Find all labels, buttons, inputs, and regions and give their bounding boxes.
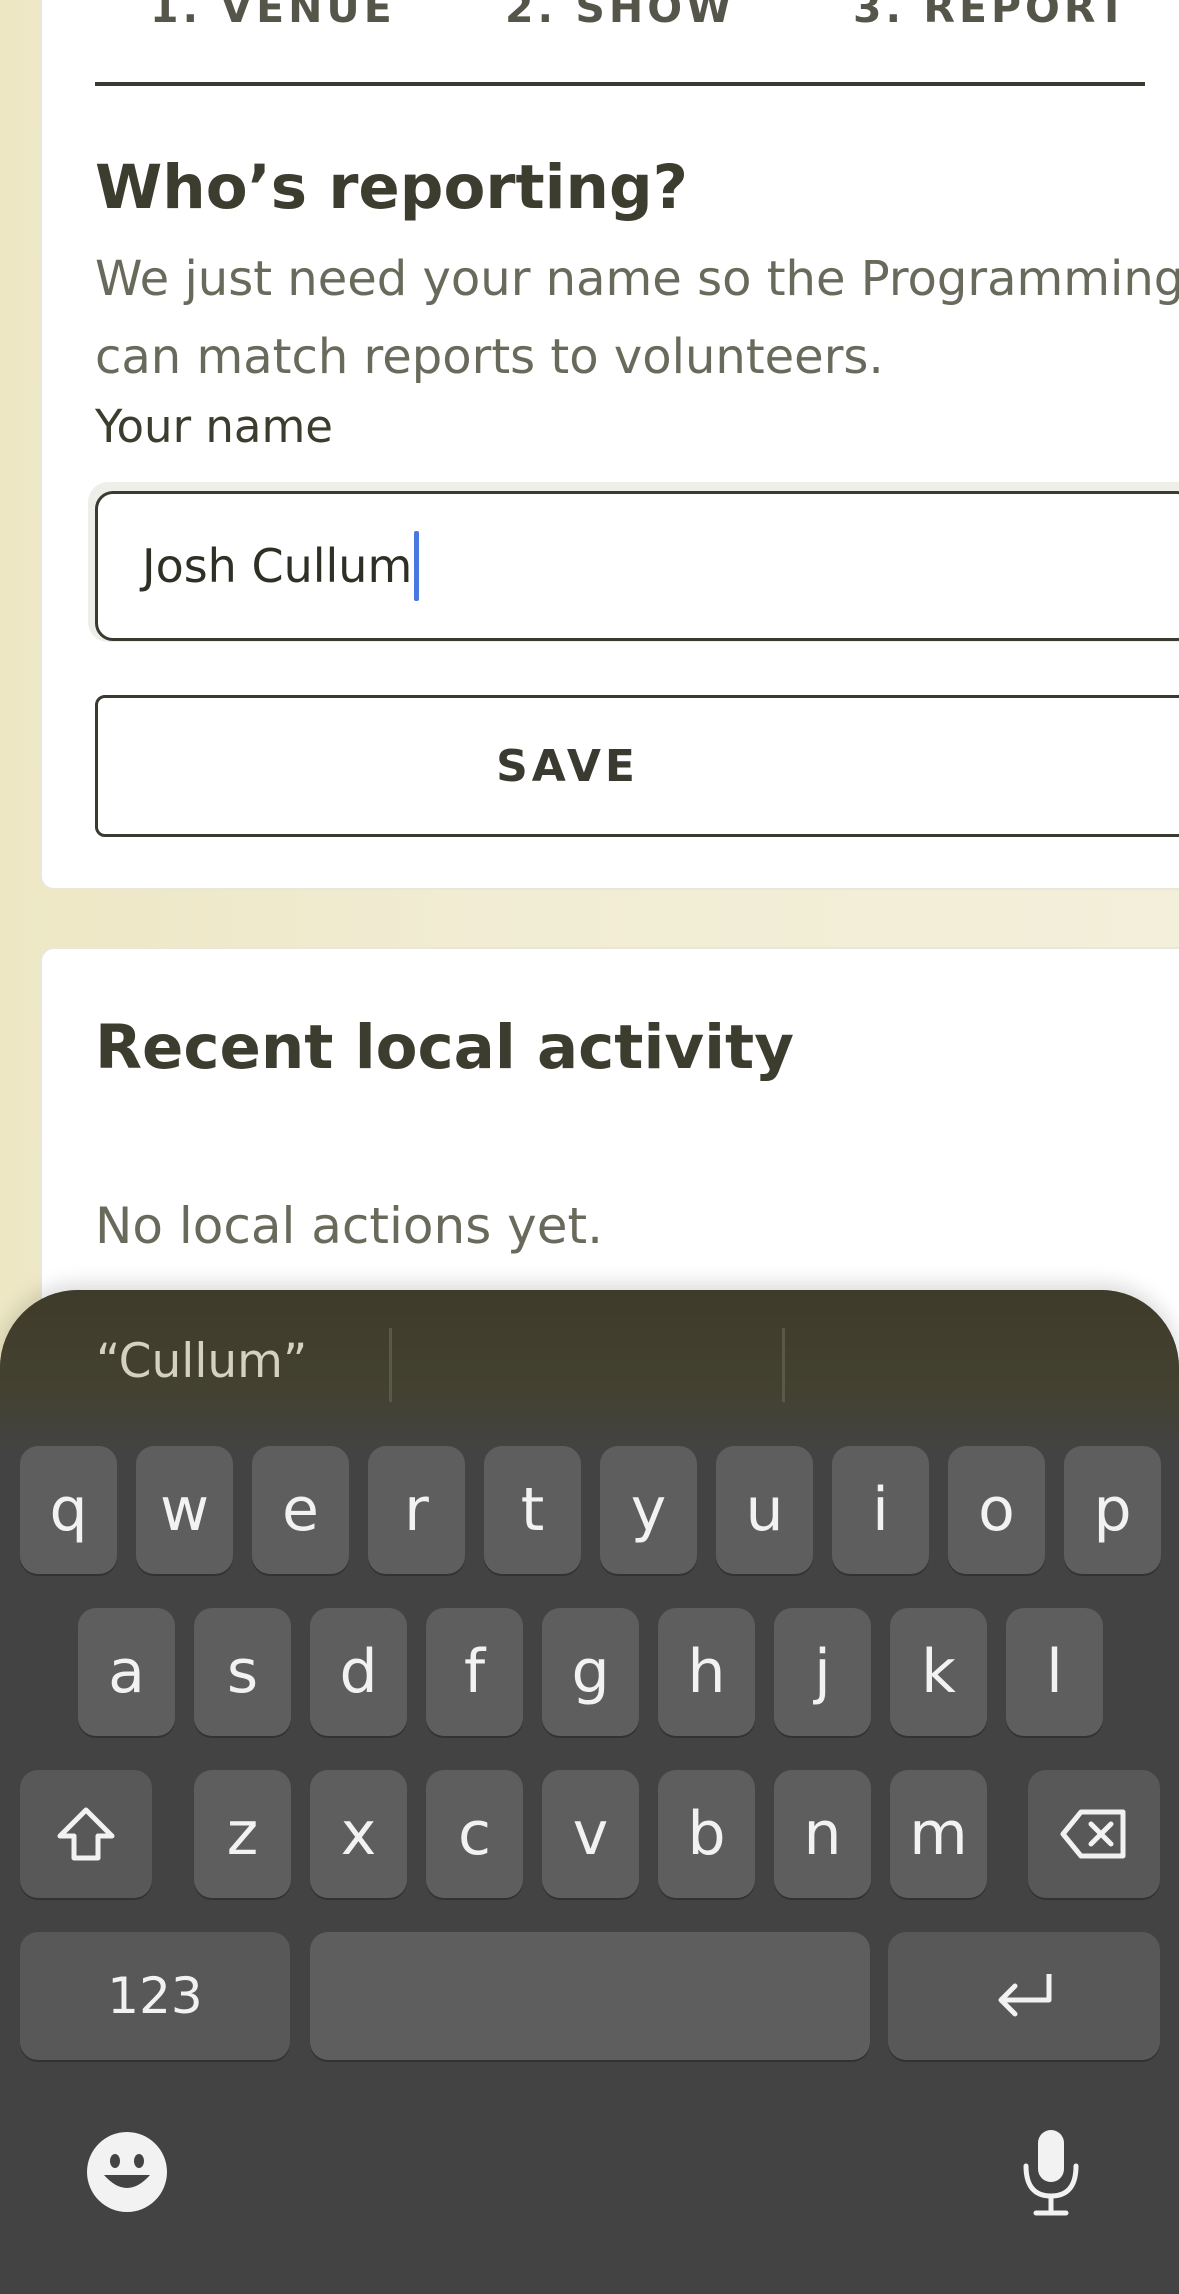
suggestion-item[interactable]: “Cullum”	[96, 1334, 307, 1389]
key-e[interactable]: e	[252, 1446, 349, 1574]
microphone-icon[interactable]	[1016, 2126, 1086, 2218]
reporter-description: We just need your name so the Programmin…	[95, 240, 1179, 396]
suggestion-divider	[389, 1328, 392, 1402]
key-f[interactable]: f	[426, 1608, 523, 1736]
step-progress: 1. VENUE 2. SHOW 3. REPORT	[95, 0, 1145, 86]
shift-key[interactable]	[20, 1770, 152, 1898]
return-key[interactable]	[888, 1932, 1160, 2060]
key-m[interactable]: m	[890, 1770, 987, 1898]
step-show[interactable]: 2. SHOW	[505, 0, 735, 32]
activity-empty-state: No local actions yet.	[95, 1197, 603, 1255]
key-r[interactable]: r	[368, 1446, 465, 1574]
name-input[interactable]: Josh Cullum	[95, 491, 1179, 641]
emoji-icon[interactable]	[86, 2131, 168, 2213]
key-j[interactable]: j	[774, 1608, 871, 1736]
activity-title: Recent local activity	[95, 1012, 794, 1083]
key-c[interactable]: c	[426, 1770, 523, 1898]
key-z[interactable]: z	[194, 1770, 291, 1898]
step-venue[interactable]: 1. VENUE	[150, 0, 396, 32]
reporter-description-line-2: can match reports to volunteers.	[95, 329, 884, 385]
name-input-value: Josh Cullum	[142, 539, 413, 593]
key-k[interactable]: k	[890, 1608, 987, 1736]
name-field-label: Your name	[95, 400, 333, 453]
key-v[interactable]: v	[542, 1770, 639, 1898]
key-q[interactable]: q	[20, 1446, 117, 1574]
save-button-label: SAVE	[496, 740, 639, 792]
key-l[interactable]: l	[1006, 1608, 1103, 1736]
key-y[interactable]: y	[600, 1446, 697, 1574]
space-key[interactable]	[310, 1932, 870, 2060]
key-h[interactable]: h	[658, 1608, 755, 1736]
key-d[interactable]: d	[310, 1608, 407, 1736]
return-icon	[998, 1974, 1052, 2017]
backspace-key[interactable]	[1028, 1770, 1160, 1898]
reporter-title: Who’s reporting?	[95, 152, 688, 223]
key-o[interactable]: o	[948, 1446, 1045, 1574]
shift-icon	[57, 1807, 115, 1861]
save-button[interactable]: SAVE	[95, 695, 1179, 837]
key-a[interactable]: a	[78, 1608, 175, 1736]
key-g[interactable]: g	[542, 1608, 639, 1736]
reporter-description-line-1: We just need your name so the Programmin…	[95, 251, 1179, 307]
suggestion-bar: “Cullum”	[0, 1290, 1179, 1435]
key-w[interactable]: w	[136, 1446, 233, 1574]
key-u[interactable]: u	[716, 1446, 813, 1574]
step-report[interactable]: 3. REPORT	[853, 0, 1130, 32]
key-b[interactable]: b	[658, 1770, 755, 1898]
key-t[interactable]: t	[484, 1446, 581, 1574]
key-s[interactable]: s	[194, 1608, 291, 1736]
key-n[interactable]: n	[774, 1770, 871, 1898]
key-p[interactable]: p	[1064, 1446, 1161, 1574]
key-x[interactable]: x	[310, 1770, 407, 1898]
text-caret	[414, 531, 420, 601]
suggestion-divider	[782, 1328, 785, 1402]
key-i[interactable]: i	[832, 1446, 929, 1574]
backspace-icon	[1060, 1809, 1126, 1859]
numbers-key[interactable]: 123	[20, 1932, 290, 2060]
